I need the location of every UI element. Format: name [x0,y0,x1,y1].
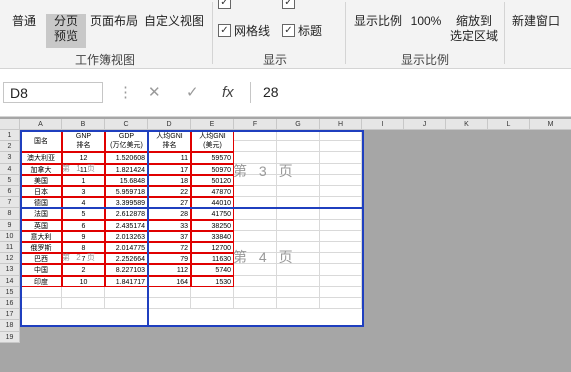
select-all-corner[interactable] [0,119,20,130]
normal-view-label: 普通 [11,14,36,28]
column-header-e[interactable]: E [191,119,234,130]
column-header-a[interactable]: A [20,119,62,130]
cancel-icon[interactable]: ✕ [148,82,161,103]
row-header-4[interactable]: 4 [0,163,20,175]
page-break-preview-label-2: 预览 [53,29,78,43]
row-header-7[interactable]: 7 [0,197,20,209]
page-break-3 [20,207,149,327]
column-header-g[interactable]: G [277,119,320,130]
column-header-i[interactable]: I [362,119,404,130]
column-header-m[interactable]: M [530,119,571,130]
row-header-11[interactable]: 11 [0,242,20,254]
formula-input[interactable]: 28 [250,82,571,103]
page-break-4 [147,207,364,327]
custom-views-label: 自定义视图 [143,14,204,28]
row-header-6[interactable]: 6 [0,186,20,198]
gridlines-check-icon: ✓ [218,24,231,37]
row-header-2[interactable]: 2 [0,141,20,153]
ruler-check-icon: ✓ [218,0,231,9]
zoom-to-selection-label-2: 选定区域 [449,29,498,43]
row-header-17[interactable]: 17 [0,309,20,321]
column-header-h[interactable]: H [320,119,362,130]
custom-views-button[interactable]: 自定义视图 [141,14,207,29]
headings-check-icon: ✓ [282,24,295,37]
group-separator [504,2,505,64]
workbook-views-group-label: 工作簿视图 [74,53,135,67]
page-break-2 [147,130,364,209]
enter-icon[interactable]: ✓ [186,82,199,103]
group-separator [345,2,346,64]
column-header-d[interactable]: D [148,119,191,130]
column-header-f[interactable]: F [234,119,277,130]
row-header-12[interactable]: 12 [0,253,20,265]
page-break-preview-label-1: 分页 [53,14,78,28]
insert-function-icon[interactable]: fx [222,82,234,103]
new-window-button[interactable]: 新建窗口 [508,14,564,29]
row-header-15[interactable]: 15 [0,286,20,298]
zoom-label: 显示比例 [353,14,402,28]
page-break-1 [20,130,149,209]
row-header-19[interactable]: 19 [0,331,20,343]
group-separator [212,2,213,64]
page-break-preview-button[interactable]: 分页 预览 [46,14,86,48]
row-header-5[interactable]: 5 [0,174,20,186]
zoom-button[interactable]: 显示比例 [350,14,406,29]
zoom-100-button[interactable]: 100% [408,14,444,29]
formula-bar-checkbox-partial[interactable]: ✓ [282,0,295,9]
gridlines-label: 网格线 [234,24,271,38]
row-header-13[interactable]: 13 [0,264,20,276]
column-header-c[interactable]: C [105,119,148,130]
ruler-checkbox-partial[interactable]: ✓ [218,0,231,9]
zoom-group-label: 显示比例 [400,53,449,67]
row-header-3[interactable]: 3 [0,152,20,164]
zoom-to-selection-button[interactable]: 缩放到 选定区域 [446,14,502,44]
row-header-1[interactable]: 1 [0,130,20,142]
more-icon: ⋮ [118,84,133,101]
new-window-label: 新建窗口 [511,14,560,28]
page-layout-label: 页面布局 [89,14,138,28]
row-header-10[interactable]: 10 [0,230,20,242]
row-header-9[interactable]: 9 [0,219,20,231]
row-header-18[interactable]: 18 [0,320,20,332]
row-header-8[interactable]: 8 [0,208,20,220]
formula-bar-check-icon: ✓ [282,0,295,9]
row-header-14[interactable]: 14 [0,275,20,287]
headings-checkbox[interactable]: ✓ 标题 [282,22,322,39]
column-header-l[interactable]: L [488,119,530,130]
show-group-label: 显示 [262,53,287,67]
page-layout-button[interactable]: 页面布局 [88,14,140,29]
ribbon: 普通 分页 预览 页面布局 自定义视图 工作簿视图 ✓ ✓ ✓ 网格线 ✓ 标题… [0,0,571,69]
name-box[interactable]: D8 [3,82,103,103]
row-header-16[interactable]: 16 [0,298,20,310]
gridlines-checkbox[interactable]: ✓ 网格线 [218,22,270,39]
zoom-100-label: 100% [410,14,442,28]
zoom-to-selection-label-1: 缩放到 [455,14,492,28]
column-header-b[interactable]: B [62,119,105,130]
formula-bar: D8 ⋮ ✕ ✓ fx 28 [0,69,571,117]
column-header-j[interactable]: J [404,119,446,130]
normal-view-button[interactable]: 普通 [4,14,44,29]
worksheet[interactable]: ABCDEFGHIJKLM 1 2 3 4 5 6 7 8 9 10 11 12 13 14 15 16 17 1… [0,119,571,372]
column-header-k[interactable]: K [446,119,488,130]
headings-label: 标题 [298,24,323,38]
